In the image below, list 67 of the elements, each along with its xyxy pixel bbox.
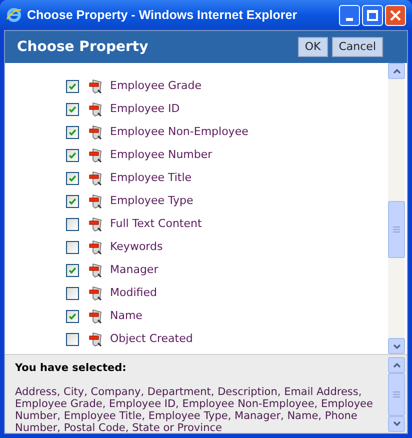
property-icon — [89, 332, 103, 347]
checkbox[interactable] — [66, 103, 79, 116]
dialog-button[interactable]: OK — [298, 37, 328, 57]
scrollbar[interactable] — [388, 63, 405, 354]
checkbox[interactable] — [66, 218, 79, 231]
grip-icon — [393, 226, 400, 233]
scroll-down-button[interactable] — [388, 338, 405, 354]
check-icon — [69, 129, 76, 136]
property-icon — [89, 240, 103, 255]
scroll-thumb[interactable] — [388, 373, 405, 416]
property-label[interactable]: Employee Type — [110, 193, 194, 210]
property-label[interactable]: Employee Non-Employee — [110, 124, 248, 141]
dialog-title: Choose Property — [17, 38, 148, 56]
check-icon — [69, 175, 76, 182]
checkbox[interactable] — [66, 333, 79, 346]
close-icon — [390, 10, 401, 20]
property-label[interactable]: Object Created — [110, 331, 193, 348]
check-icon — [69, 267, 76, 274]
property-icon — [89, 217, 103, 232]
property-label[interactable]: Name — [110, 308, 142, 325]
property-icon — [89, 309, 103, 324]
maximize-icon — [367, 10, 378, 20]
checkbox[interactable] — [66, 126, 79, 139]
check-icon — [69, 83, 76, 90]
property-icon — [89, 171, 103, 186]
property-icon — [89, 286, 103, 301]
checkbox[interactable] — [66, 195, 79, 208]
checkbox[interactable] — [66, 241, 79, 254]
check-icon — [69, 313, 76, 320]
property-icon — [89, 125, 103, 140]
scroll-thumb[interactable] — [388, 201, 405, 258]
grip-icon — [393, 390, 400, 398]
minimize-icon — [346, 18, 353, 20]
property-label[interactable]: Employee Title — [110, 170, 192, 187]
scroll-up-button[interactable] — [388, 63, 405, 79]
minimize-button[interactable] — [339, 4, 360, 26]
property-icon — [89, 148, 103, 163]
window-title: Choose Property - Windows Internet Explorer — [27, 6, 298, 24]
scroll-up-button[interactable] — [388, 357, 405, 373]
checkbox[interactable] — [66, 287, 79, 300]
check-icon — [69, 198, 76, 205]
check-icon — [69, 152, 76, 159]
close-button[interactable] — [385, 4, 406, 26]
browser-logo-icon — [6, 7, 22, 23]
property-icon — [89, 102, 103, 117]
scrollbar[interactable] — [388, 357, 405, 432]
selection-heading: You have selected: — [15, 361, 128, 376]
property-label[interactable]: Keywords — [110, 239, 163, 256]
property-label[interactable]: Modified — [110, 285, 157, 302]
property-label[interactable]: Manager — [110, 262, 158, 279]
property-icon — [89, 194, 103, 209]
checkbox[interactable] — [66, 149, 79, 162]
property-label[interactable]: Employee Number — [110, 147, 212, 164]
property-label[interactable]: Full Text Content — [110, 216, 202, 233]
property-label[interactable]: Employee Grade — [110, 78, 202, 95]
checkbox[interactable] — [66, 172, 79, 185]
dialog-button[interactable]: Cancel — [332, 37, 383, 57]
property-label[interactable]: Employee ID — [110, 101, 180, 118]
maximize-button[interactable] — [362, 4, 383, 26]
checkbox[interactable] — [66, 80, 79, 93]
checkbox[interactable] — [66, 310, 79, 323]
check-icon — [69, 106, 76, 113]
scroll-down-button[interactable] — [388, 416, 405, 432]
property-icon — [89, 79, 103, 94]
selected-properties-text: Address, City, Company, Department, Description, Email Address, Employee Grade, Employee ID, Employee Non-Employee, Employee Number, Employee Title, Employee Type, Manager, Name, Phone Number, Postal Code, State or Province — [15, 386, 374, 433]
property-icon — [89, 263, 103, 278]
checkbox[interactable] — [66, 264, 79, 277]
